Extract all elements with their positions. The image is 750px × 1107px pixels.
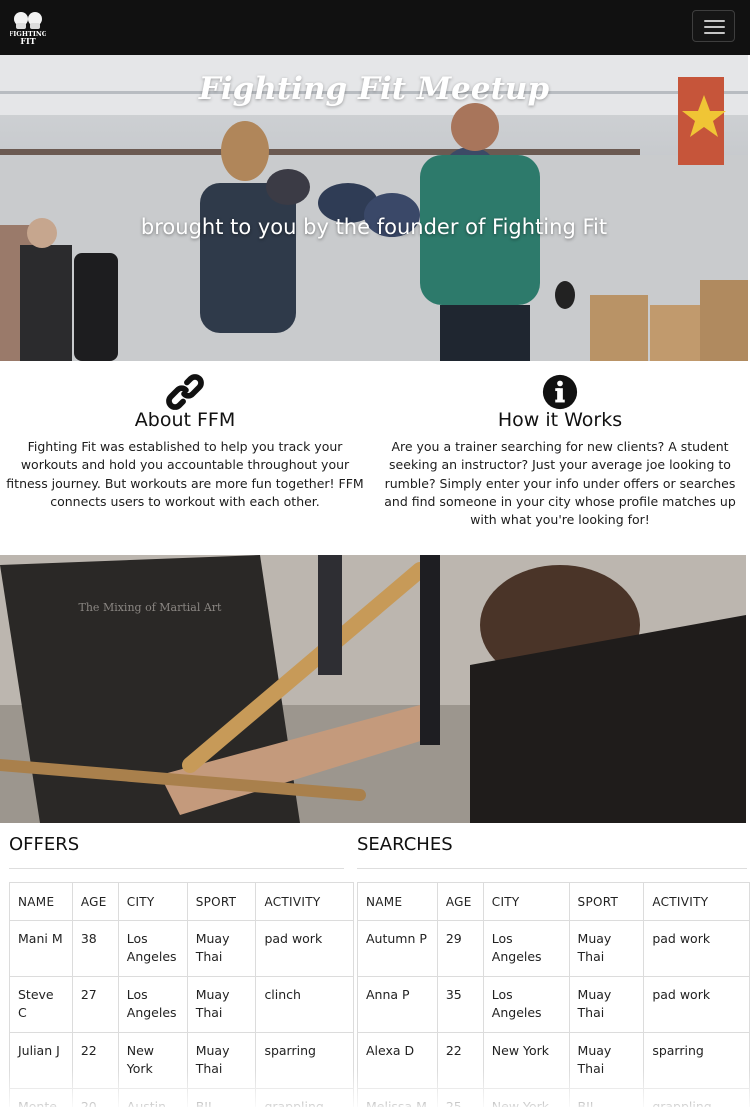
hamburger-menu-icon[interactable]	[692, 10, 735, 42]
cell-age: 20	[71, 1088, 119, 1107]
cell-sport: Muay Thai	[186, 976, 257, 1033]
cell-name: Steve C	[9, 976, 73, 1033]
svg-text:The Mixing of Martial Art: The Mixing of Martial Art	[79, 601, 223, 614]
cell-activity: sparring	[643, 1032, 750, 1089]
cell-activity: sparring	[255, 1032, 354, 1089]
link-icon	[166, 374, 204, 410]
column-header: ACTIVITY	[643, 882, 750, 921]
cell-age: 22	[71, 1032, 119, 1089]
hero-banner: Fighting Fit Meetup brought to you by th…	[0, 55, 748, 361]
table-row: Julian J 22 New York Muay Thai sparring	[9, 1032, 354, 1089]
cell-name: Autumn P	[357, 920, 438, 977]
cell-activity: pad work	[643, 976, 750, 1033]
fighting-fit-logo[interactable]: FIGHTING FIT	[10, 6, 46, 46]
searches-divider	[357, 868, 747, 869]
cell-name: Anna P	[357, 976, 438, 1033]
cell-activity: grappling	[643, 1088, 750, 1107]
column-header: NAME	[9, 882, 73, 921]
cell-name: Mani M	[9, 920, 73, 977]
cell-age: 35	[436, 976, 484, 1033]
info-circle-icon	[542, 374, 578, 410]
cell-age: 38	[71, 920, 119, 977]
cell-sport: Muay Thai	[568, 976, 645, 1033]
offers-table: NAME AGE CITY SPORT ACTIVITY Mani M 38 L…	[9, 882, 354, 1107]
cell-city: Austin	[117, 1088, 188, 1107]
column-header: AGE	[436, 882, 484, 921]
cell-sport: Muay Thai	[186, 920, 257, 977]
cell-city: New York	[482, 1032, 570, 1089]
table-header-row: NAME AGE CITY SPORT ACTIVITY	[357, 882, 750, 921]
table-header-row: NAME AGE CITY SPORT ACTIVITY	[9, 882, 354, 921]
cell-name: Monte	[9, 1088, 73, 1107]
table-row: Steve C 27 Los Angeles Muay Thai clinch	[9, 976, 354, 1033]
cell-name: Julian J	[9, 1032, 73, 1089]
cell-activity: pad work	[255, 920, 354, 977]
cell-city: Los Angeles	[482, 920, 570, 977]
cell-city: New York	[482, 1088, 570, 1107]
cell-activity: clinch	[255, 976, 354, 1033]
how-text: Are you a trainer searching for new clie…	[384, 439, 736, 528]
cell-activity: grappling	[255, 1088, 354, 1107]
column-header: NAME	[357, 882, 438, 921]
cell-age: 29	[436, 920, 484, 977]
column-header: CITY	[117, 882, 188, 921]
hero-subtitle: brought to you by the founder of Fightin…	[140, 215, 608, 239]
cell-name: Melissa M	[357, 1088, 438, 1107]
training-photo-image: The Mixing of Martial Art	[0, 555, 746, 823]
cell-city: Los Angeles	[117, 920, 188, 977]
table-row: Anna P 35 Los Angeles Muay Thai pad work	[357, 976, 750, 1033]
searches-table: NAME AGE CITY SPORT ACTIVITY Autumn P 29…	[357, 882, 750, 1107]
table-row: Monte 20 Austin BJJ grappling	[9, 1088, 354, 1107]
navbar: FIGHTING FIT	[0, 0, 750, 55]
cell-name: Alexa D	[357, 1032, 438, 1089]
cell-age: 22	[436, 1032, 484, 1089]
searches-title: SEARCHES	[357, 834, 453, 855]
table-row: Autumn P 29 Los Angeles Muay Thai pad wo…	[357, 920, 750, 977]
column-header: SPORT	[568, 882, 645, 921]
cell-city: Los Angeles	[117, 976, 188, 1033]
offers-title: OFFERS	[9, 834, 80, 855]
cell-city: Los Angeles	[482, 976, 570, 1033]
column-header: ACTIVITY	[255, 882, 354, 921]
training-photo: The Mixing of Martial Art	[0, 555, 746, 823]
column-header: SPORT	[186, 882, 257, 921]
offers-divider	[9, 868, 344, 869]
cell-sport: Muay Thai	[186, 1032, 257, 1089]
cell-city: New York	[117, 1032, 188, 1089]
cell-age: 25	[436, 1088, 484, 1107]
how-it-works-section: How it Works Are you a trainer searching…	[382, 361, 738, 555]
cell-activity: pad work	[643, 920, 750, 977]
about-section: About FFM Fighting Fit was established t…	[4, 361, 366, 555]
cell-sport: Muay Thai	[568, 1032, 645, 1089]
hero-title: Fighting Fit Meetup	[198, 71, 550, 107]
about-text: Fighting Fit was established to help you…	[6, 439, 364, 509]
cell-sport: Muay Thai	[568, 920, 645, 977]
table-row: Melissa M 25 New York BJJ grappling	[357, 1088, 750, 1107]
cell-sport: BJJ	[568, 1088, 645, 1107]
column-header: CITY	[482, 882, 570, 921]
table-row: Mani M 38 Los Angeles Muay Thai pad work	[9, 920, 354, 977]
cell-sport: BJJ	[186, 1088, 257, 1107]
about-heading: About FFM	[134, 409, 236, 431]
how-heading: How it Works	[497, 409, 623, 431]
svg-text:FIT: FIT	[20, 36, 35, 46]
cell-age: 27	[71, 976, 119, 1033]
column-header: AGE	[71, 882, 119, 921]
table-row: Alexa D 22 New York Muay Thai sparring	[357, 1032, 750, 1089]
